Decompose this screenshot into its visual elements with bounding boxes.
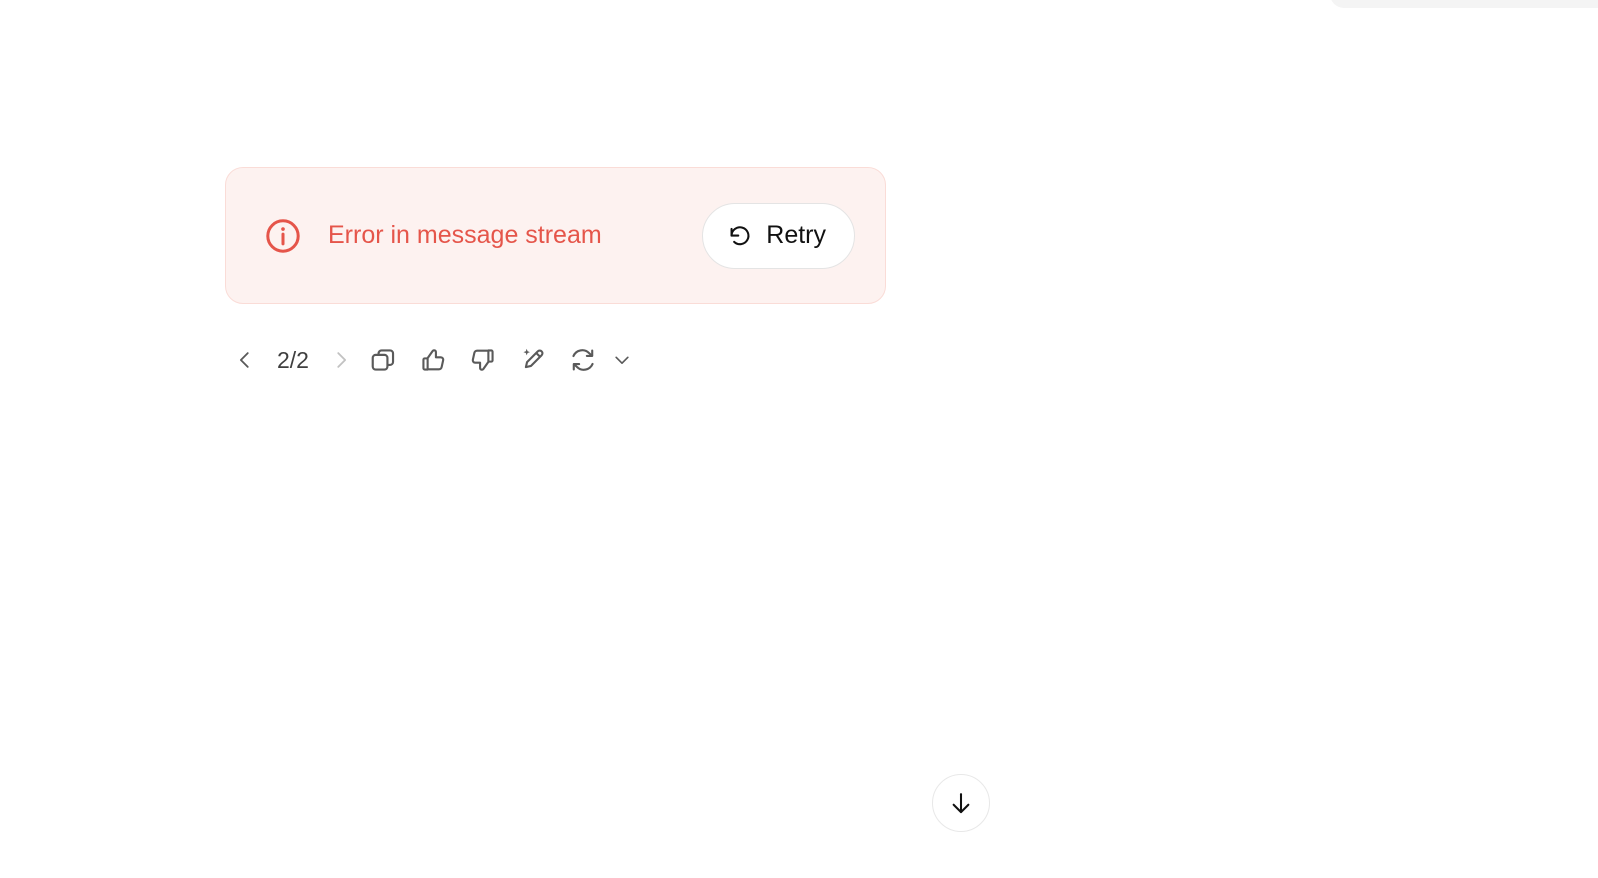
chevron-down-icon [615,356,629,364]
retry-button-label: Retry [766,221,826,249]
error-banner: Error in message stream Retry [225,167,886,304]
chevron-left-icon [239,352,249,368]
refresh-cycle-icon [572,349,594,371]
edit-button[interactable] [508,338,558,382]
thumbs-down-icon [471,349,494,371]
error-message: Error in message stream [328,221,602,249]
scroll-to-bottom-button[interactable] [932,774,990,832]
thumbs-up-icon [422,349,445,371]
retry-button[interactable]: Retry [702,202,855,269]
copy-button[interactable] [358,338,408,382]
previous-response-button[interactable] [228,343,262,377]
sparkle-pencil-icon [523,348,544,369]
copy-icon [371,349,395,371]
regenerate-menu-caret[interactable] [608,338,636,382]
regenerate-icon-wrapper [558,338,608,382]
arrow-down-icon [952,793,970,814]
top-right-panel-edge [1330,0,1598,8]
next-response-button[interactable] [324,343,358,377]
rotate-ccw-icon [730,225,750,245]
thumbs-up-button[interactable] [408,338,458,382]
chevron-right-icon [337,352,347,368]
message-action-toolbar: 2/2 [228,336,636,384]
info-circle-icon [266,218,300,253]
thumbs-down-button[interactable] [458,338,508,382]
response-page-indicator: 2/2 [277,346,309,373]
regenerate-button[interactable] [558,338,636,382]
